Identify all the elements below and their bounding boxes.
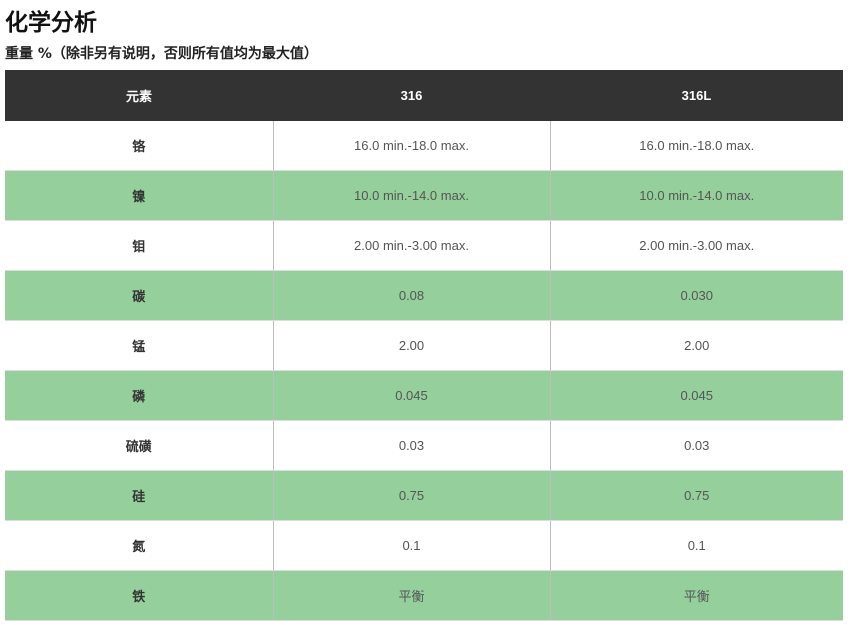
- cell-316l: 16.0 min.-18.0 max.: [549, 121, 843, 171]
- cell-element: 硅: [5, 470, 273, 521]
- table-row: 铁 平衡 平衡: [5, 570, 843, 621]
- cell-element: 锰: [5, 320, 273, 371]
- cell-316l: 0.045: [549, 370, 843, 421]
- cell-316: 2.00: [272, 320, 550, 371]
- page-subtitle: 重量 %（除非另有说明，否则所有值均为最大值）: [5, 46, 318, 62]
- cell-316l: 0.030: [549, 270, 843, 321]
- cell-element: 镍: [5, 170, 273, 221]
- cell-element: 铁: [5, 570, 273, 621]
- table-header-row: 元素 316 316L: [5, 70, 843, 121]
- header-316: 316: [273, 70, 550, 121]
- cell-316l: 平衡: [549, 570, 843, 621]
- cell-316l: 0.75: [549, 470, 843, 521]
- table-row: 磷 0.045 0.045: [5, 370, 843, 421]
- table-row: 碳 0.08 0.030: [5, 270, 843, 321]
- page-title: 化学分析: [5, 10, 97, 36]
- cell-element: 铬: [5, 121, 273, 171]
- cell-element: 硫磺: [5, 420, 273, 471]
- cell-316: 16.0 min.-18.0 max.: [272, 121, 550, 171]
- cell-316: 0.75: [272, 470, 550, 521]
- header-316l: 316L: [550, 70, 843, 121]
- table-row: 硅 0.75 0.75: [5, 470, 843, 521]
- table-row: 氮 0.1 0.1: [5, 520, 843, 571]
- cell-316: 平衡: [272, 570, 550, 621]
- page: 化学分析 重量 %（除非另有说明，否则所有值均为最大值） 元素 316 316L…: [0, 0, 851, 625]
- table-row: 镍 10.0 min.-14.0 max. 10.0 min.-14.0 max…: [5, 170, 843, 221]
- cell-316l: 2.00: [549, 320, 843, 371]
- table-row: 硫磺 0.03 0.03: [5, 420, 843, 471]
- cell-element: 碳: [5, 270, 273, 321]
- cell-316l: 2.00 min.-3.00 max.: [549, 220, 843, 271]
- cell-316: 0.1: [272, 520, 550, 571]
- table-row: 锰 2.00 2.00: [5, 320, 843, 371]
- chemical-analysis-table: 元素 316 316L 铬 16.0 min.-18.0 max. 16.0 m…: [5, 70, 843, 621]
- cell-element: 磷: [5, 370, 273, 421]
- cell-316: 2.00 min.-3.00 max.: [272, 220, 550, 271]
- cell-316: 10.0 min.-14.0 max.: [272, 170, 550, 221]
- table-row: 钼 2.00 min.-3.00 max. 2.00 min.-3.00 max…: [5, 220, 843, 271]
- header-element: 元素: [5, 70, 273, 121]
- cell-element: 氮: [5, 520, 273, 571]
- cell-316: 0.03: [272, 420, 550, 471]
- cell-316: 0.045: [272, 370, 550, 421]
- cell-316l: 0.1: [549, 520, 843, 571]
- cell-316: 0.08: [272, 270, 550, 321]
- cell-316l: 10.0 min.-14.0 max.: [549, 170, 843, 221]
- cell-element: 钼: [5, 220, 273, 271]
- table-row: 铬 16.0 min.-18.0 max. 16.0 min.-18.0 max…: [5, 121, 843, 171]
- cell-316l: 0.03: [549, 420, 843, 471]
